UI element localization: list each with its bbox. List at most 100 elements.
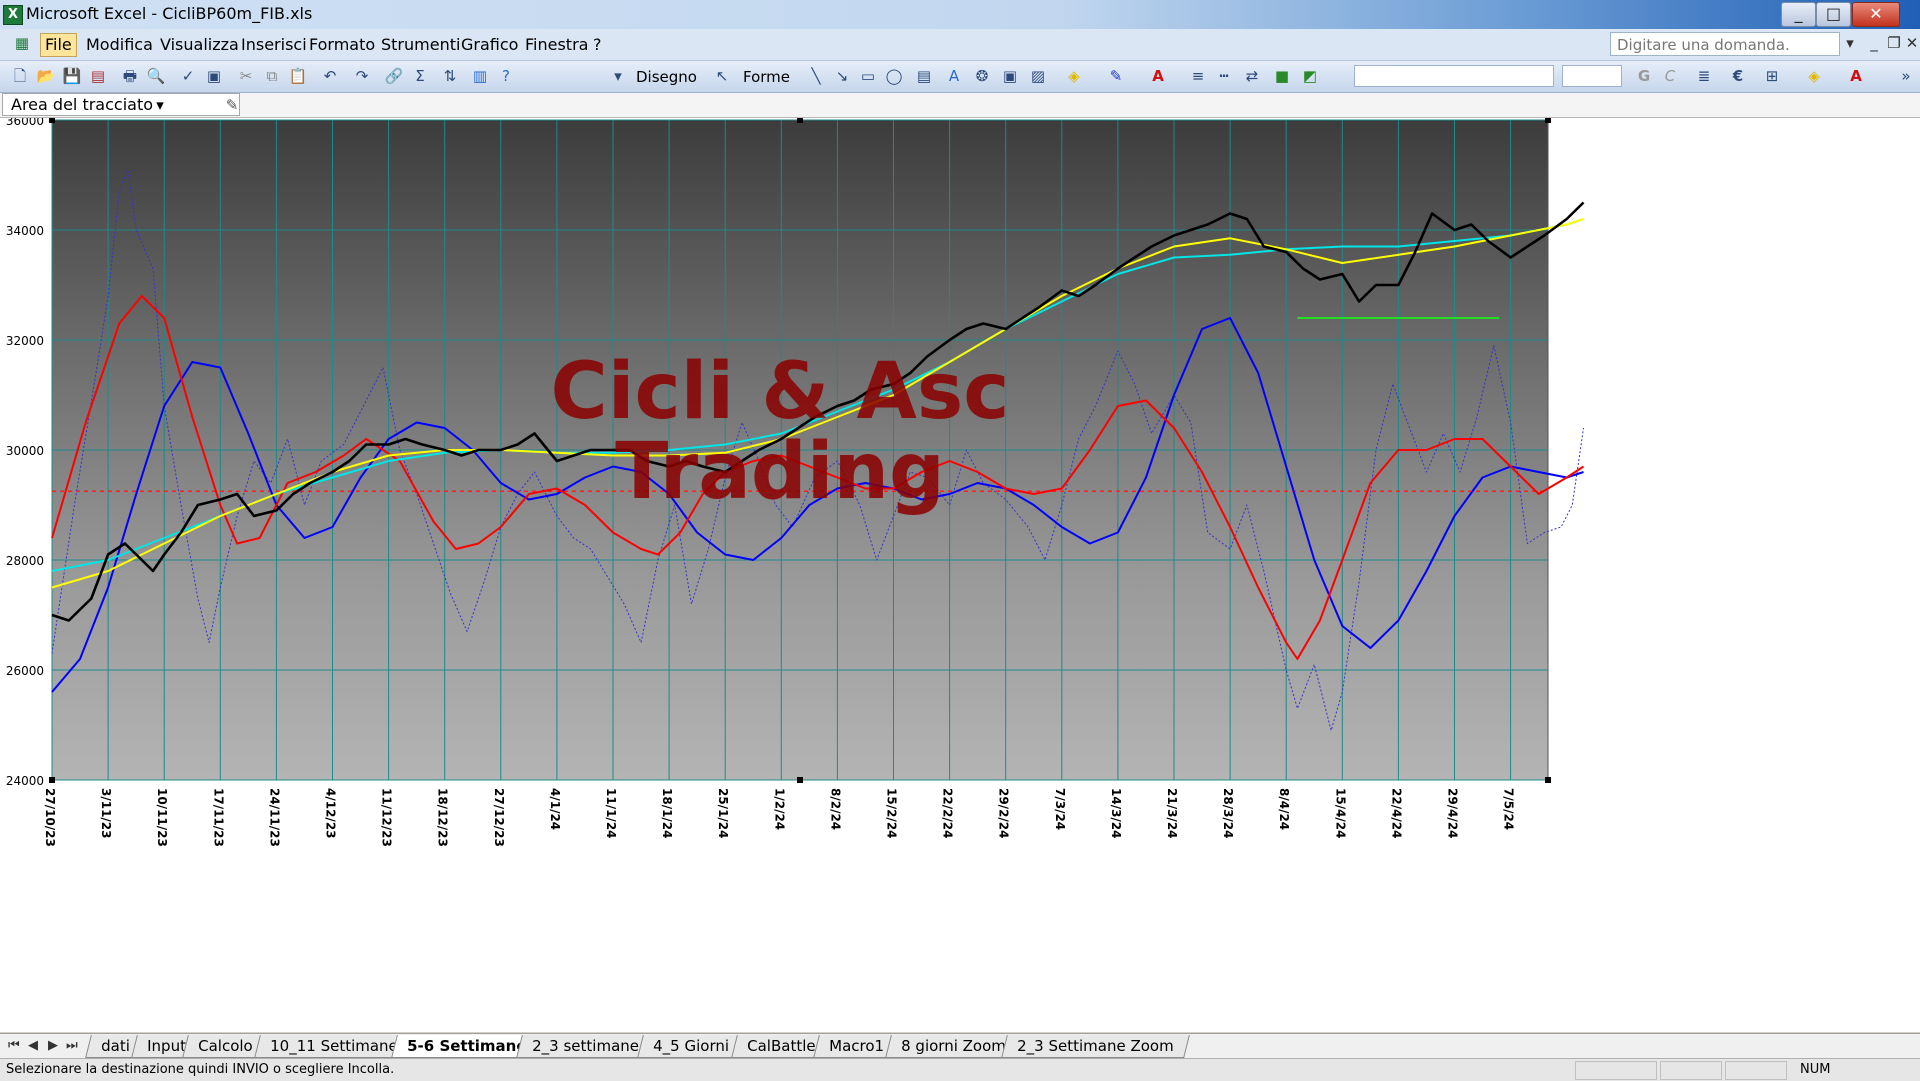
toolbar-options-icon[interactable]: ▾ [608,66,628,86]
x-tick-label: 1/2/24 [772,788,786,830]
diagram-icon[interactable]: ❂ [972,66,992,86]
font-color-icon[interactable]: A [1148,66,1168,86]
3d-icon[interactable]: ◩ [1300,66,1320,86]
oval-icon[interactable]: ◯ [884,66,904,86]
menu-file[interactable]: File [40,33,77,57]
chart-element-selector[interactable]: Area del tracciato [2,93,240,116]
menu-formato[interactable]: Formato [309,35,375,54]
prev-sheet-icon[interactable]: ◀ [28,1038,38,1053]
research-icon[interactable]: ▣ [204,66,224,86]
last-sheet-icon[interactable]: ⏭ [66,1038,78,1053]
excel-icon[interactable]: X [3,5,23,25]
tab-4-5-giorni[interactable]: 4_5 Giorni [637,1035,745,1058]
cut-icon[interactable]: ✂ [236,66,256,86]
x-tick-label: 11/12/23 [380,788,394,847]
line-icon[interactable]: ╲ [806,66,826,86]
shapes-menu[interactable]: Forme [743,68,790,86]
print-preview-icon[interactable]: 🔍 [146,66,166,86]
help-icon[interactable]: ? [496,66,516,86]
menu-help[interactable]: ? [593,35,602,54]
arrow-icon[interactable]: ↘ [832,66,852,86]
watermark-line-2: Trading [615,427,945,517]
sort-icon[interactable]: ⇅ [440,66,460,86]
y-tick-label: 34000 [6,224,44,238]
chart-wizard-icon[interactable]: ▥ [470,66,490,86]
print-icon[interactable]: 🖶 [120,66,140,86]
tab-2-3-settimane-zoom[interactable]: 2_3 Settimane Zoom [1001,1035,1190,1058]
y-tick-label: 36000 [6,118,44,128]
autosum-icon[interactable]: Σ [410,66,430,86]
help-search-input[interactable]: Digitare una domanda. [1610,32,1840,56]
arrow-style-icon[interactable]: ⇄ [1242,66,1262,86]
copy-icon[interactable]: ⧉ [262,66,282,86]
font-name-combo[interactable] [1354,65,1554,87]
menu-finestra[interactable]: Finestra [525,35,588,54]
pdf-icon[interactable]: ▤ [88,66,108,86]
borders-icon[interactable]: ⊞ [1762,66,1782,86]
tab-2-3-settimane[interactable]: 2_3 settimane [516,1035,655,1058]
next-sheet-icon[interactable]: ▶ [48,1038,58,1053]
undo-icon[interactable]: ↶ [320,66,340,86]
x-tick-label: 8/4/24 [1277,788,1291,830]
tab-10-11-settimane[interactable]: 10_11 Settimane [254,1035,414,1058]
doc-close-icon[interactable]: ✕ [1902,33,1920,53]
hyperlink-icon[interactable]: 🔗 [384,66,404,86]
font-size-combo[interactable] [1562,65,1622,87]
align-icon[interactable]: ≣ [1694,66,1714,86]
dash-style-icon[interactable]: ┅ [1214,66,1234,86]
close-button[interactable]: ✕ [1852,2,1900,27]
image-icon[interactable]: ▨ [1028,66,1048,86]
toolbar-overflow-icon[interactable]: » [1896,66,1916,86]
menu-modifica[interactable]: Modifica [86,35,153,54]
y-tick-label: 32000 [6,334,44,348]
menu-visualizza[interactable]: Visualizza [160,35,239,54]
num-lock-indicator: NUM [1800,1062,1831,1077]
doc-restore-icon[interactable]: ❐ [1884,33,1904,53]
rectangle-icon[interactable]: ▭ [858,66,878,86]
workbook-icon[interactable]: ▦ [12,33,32,53]
new-icon[interactable]: 🗋 [10,66,30,86]
minimize-button[interactable]: _ [1781,2,1816,27]
x-tick-label: 10/11/23 [155,788,169,847]
open-icon[interactable]: 📂 [36,66,56,86]
help-dropdown-icon[interactable]: ▾ [1840,33,1860,53]
clipart-icon[interactable]: ▣ [1000,66,1020,86]
x-tick-label: 18/1/24 [660,788,674,839]
euro-icon[interactable]: € [1728,66,1748,86]
shadow-icon[interactable]: ■ [1272,66,1292,86]
first-sheet-icon[interactable]: ⏮ [8,1038,20,1053]
doc-minimize-icon[interactable]: _ [1864,33,1884,53]
line-color-icon[interactable]: ✎ [1106,66,1126,86]
save-icon[interactable]: 💾 [62,66,82,86]
font-color-2-icon[interactable]: A [1846,66,1866,86]
selection-handle [49,117,55,123]
x-tick-label: 7/5/24 [1502,788,1516,830]
line-chart[interactable]: 36000 34000 32000 30000 28000 26000 2400027/10… [0,114,1920,1032]
drawing-menu[interactable]: Disegno [636,68,697,86]
menu-strumenti[interactable]: Strumenti [381,35,460,54]
spelling-icon[interactable]: ✓ [178,66,198,86]
y-tick-label: 24000 [6,774,44,788]
chart-area[interactable]: 36000 34000 32000 30000 28000 26000 24000 27/10… [0,114,1920,1032]
x-tick-label: 29/4/24 [1446,788,1460,839]
x-tick-label: 4/1/24 [548,788,562,830]
select-objects-icon[interactable]: ↖ [712,66,732,86]
menu-grafico[interactable]: Grafico [461,35,518,54]
chart-plot: 36000 34000 32000 30000 28000 26000 2400027/10… [6,114,1585,847]
sheet-tab-bar: ⏮ ◀ ▶ ⏭ dati Input Calcolo 10_11 Settima… [0,1033,1920,1059]
format-selection-icon[interactable]: ✎ [222,95,242,115]
paste-icon[interactable]: 📋 [288,66,308,86]
textbox-icon[interactable]: ▤ [914,66,934,86]
redo-icon[interactable]: ↷ [352,66,372,86]
dropdown-arrow-icon[interactable]: ▾ [150,95,170,115]
x-tick-label: 24/11/23 [267,788,281,847]
italic-icon[interactable]: C [1660,66,1680,86]
fill-color-2-icon[interactable]: ◈ [1804,66,1824,86]
line-style-icon[interactable]: ≡ [1188,66,1208,86]
bold-icon[interactable]: G [1634,66,1654,86]
wordart-icon[interactable]: A [944,66,964,86]
maximize-button[interactable]: □ [1816,2,1851,27]
y-tick-label: 26000 [6,664,44,678]
menu-inserisci[interactable]: Inserisci [241,35,307,54]
fill-color-icon[interactable]: ◈ [1064,66,1084,86]
